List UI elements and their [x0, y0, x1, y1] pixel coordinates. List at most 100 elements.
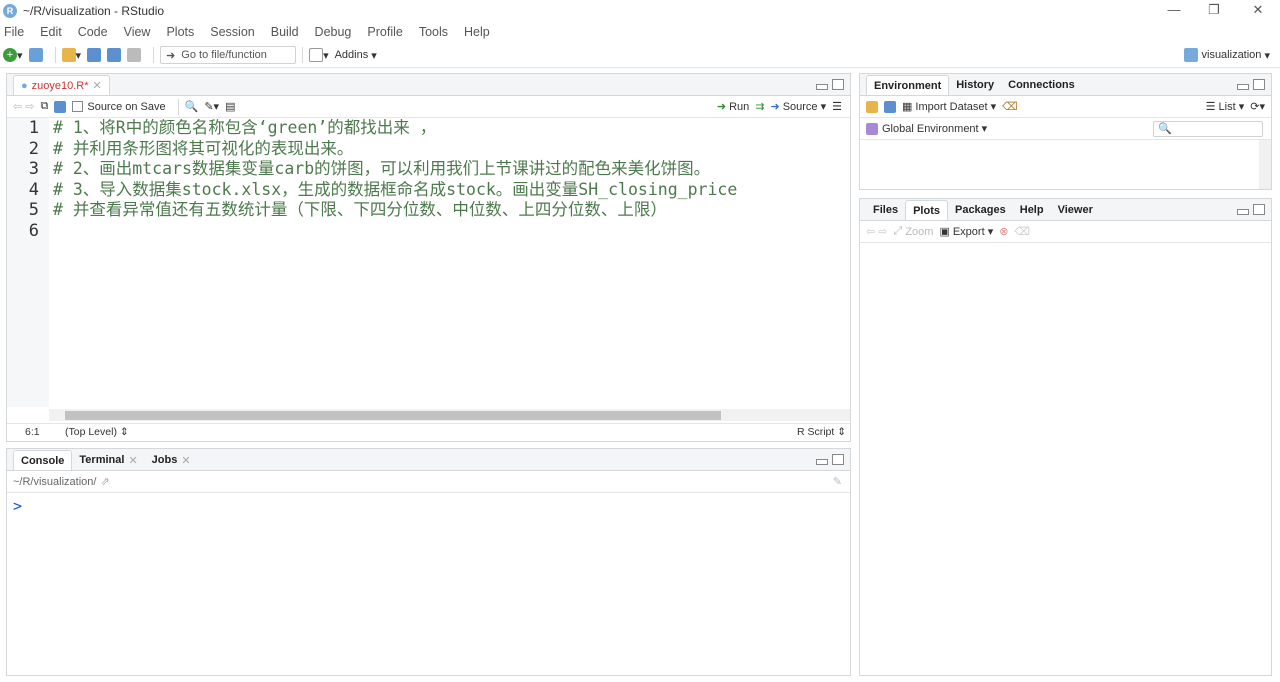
new-project-button[interactable]	[28, 48, 43, 62]
tab-label: Viewer	[1057, 204, 1093, 216]
tab-help[interactable]: Help	[1013, 200, 1051, 220]
remove-plot-icon[interactable]: ⊗	[999, 225, 1008, 238]
code-line: # 2、画出mtcars数据集变量carb的饼图，可以利用我们上节课讲过的配色来…	[53, 159, 711, 179]
menu-edit[interactable]: Edit	[40, 25, 62, 39]
menu-view[interactable]: View	[124, 25, 151, 39]
project-menu[interactable]: visualization ▾	[1183, 48, 1270, 62]
minimize-pane-icon[interactable]	[816, 84, 828, 90]
tab-zuoye10[interactable]: ● zuoye10.R* ✕	[13, 75, 110, 95]
env-search-input[interactable]: 🔍	[1153, 120, 1263, 137]
zoom-label: Zoom	[905, 225, 934, 238]
close-tab-icon[interactable]: ✕	[93, 79, 102, 92]
line-number: 5	[28, 200, 39, 221]
menu-file[interactable]: File	[4, 25, 24, 39]
export-icon: ▣	[939, 226, 950, 238]
minimize-pane-icon[interactable]	[1237, 84, 1249, 90]
search-icon[interactable]: 🔍	[185, 100, 199, 113]
tab-connections[interactable]: Connections	[1001, 75, 1082, 95]
console-input-area[interactable]: >	[7, 493, 850, 519]
tab-environment[interactable]: Environment	[866, 75, 950, 95]
menu-build[interactable]: Build	[271, 25, 299, 39]
restore-button[interactable]: ❐	[1204, 2, 1224, 20]
addins-button[interactable]: Addins ▾	[335, 49, 377, 62]
run-button[interactable]: ➜ Run	[717, 100, 749, 114]
scope-selector[interactable]: (Top Level) ⇕	[65, 426, 129, 438]
menu-session[interactable]: Session	[210, 25, 254, 39]
project-cube-icon	[1183, 48, 1198, 62]
close-tab-icon[interactable]: ✕	[128, 454, 137, 467]
addins-label: Addins	[334, 49, 369, 61]
save-workspace-icon[interactable]	[884, 100, 896, 113]
goto-file-function-input[interactable]: ➜ Go to file/function	[160, 46, 297, 64]
load-workspace-icon[interactable]	[866, 100, 878, 113]
console-prompt: >	[13, 497, 23, 515]
maximize-pane-icon[interactable]	[832, 79, 844, 90]
save-button[interactable]	[87, 48, 102, 62]
save-all-icon	[107, 48, 122, 62]
export-button[interactable]: ▣ Export ▾	[939, 225, 993, 239]
print-button[interactable]	[127, 48, 142, 62]
go-to-directory-icon[interactable]: ⇗	[100, 475, 109, 488]
filetype-selector[interactable]: R Script ⇕	[797, 426, 846, 438]
tab-label: Connections	[1008, 79, 1075, 91]
magic-wand-icon[interactable]: ✎▾	[204, 100, 219, 113]
show-in-window-icon[interactable]: ⧉	[41, 100, 49, 113]
tab-packages[interactable]: Packages	[948, 200, 1013, 220]
close-button[interactable]: ✕	[1248, 2, 1268, 20]
line-number: 3	[28, 159, 39, 180]
refresh-icon[interactable]: ⟳▾	[1250, 100, 1265, 113]
scrollbar-thumb[interactable]	[65, 411, 721, 420]
pane-controls	[1237, 204, 1265, 215]
compile-report-icon[interactable]: ▤	[225, 100, 235, 113]
outline-icon[interactable]: ☰	[832, 100, 842, 113]
horizontal-scrollbar[interactable]	[49, 409, 850, 421]
menu-debug[interactable]: Debug	[315, 25, 352, 39]
tab-label: Environment	[874, 79, 942, 92]
maximize-pane-icon[interactable]	[832, 454, 844, 465]
maximize-pane-icon[interactable]	[1253, 79, 1265, 90]
tab-files[interactable]: Files	[866, 200, 905, 220]
tab-plots[interactable]: Plots	[905, 200, 948, 220]
tab-viewer[interactable]: Viewer	[1051, 200, 1100, 220]
tab-jobs[interactable]: Jobs ✕	[145, 450, 198, 470]
maximize-pane-icon[interactable]	[1253, 204, 1265, 215]
menu-profile[interactable]: Profile	[367, 25, 402, 39]
plot-nav-arrows-icon[interactable]: ⇦ ⇨	[866, 225, 888, 238]
zoom-button[interactable]: ⤢ Zoom	[894, 225, 934, 238]
scope-label: Global Environment	[882, 122, 979, 135]
menu-code[interactable]: Code	[78, 25, 108, 39]
save-editor-button[interactable]	[54, 100, 67, 113]
tab-console[interactable]: Console	[13, 450, 73, 470]
minimize-pane-icon[interactable]	[1237, 209, 1249, 215]
close-tab-icon[interactable]: ✕	[181, 454, 190, 467]
save-icon	[884, 100, 896, 113]
minimize-pane-icon[interactable]	[816, 459, 828, 465]
source-pane: ● zuoye10.R* ✕ ⇦ ⇨ ⧉ Source on Save 🔍 ✎▾ ▤…	[6, 73, 851, 442]
new-file-button[interactable]: + ▾	[3, 48, 23, 62]
menu-tools[interactable]: Tools	[419, 25, 448, 39]
clear-console-icon[interactable]: ✎	[833, 475, 842, 488]
rerun-button[interactable]: ⇉	[755, 100, 764, 113]
code-lines: # 1、将R中的颜色名称包含‘green’的都找出来 ， # 并利用条形图将其可…	[53, 118, 850, 242]
source-on-save-checkbox[interactable]: Source on Save	[72, 101, 166, 113]
code-editor[interactable]: 1 2 3 4 5 6 # 1、将R中的颜色名称包含‘green’的都找出来 ，…	[7, 118, 850, 407]
env-icon	[866, 122, 878, 135]
clear-plots-icon[interactable]: ⌫	[1014, 225, 1030, 238]
save-all-button[interactable]	[107, 48, 122, 62]
import-dataset-button[interactable]: ▦ Import Dataset ▾	[902, 100, 996, 114]
tab-terminal[interactable]: Terminal ✕	[72, 450, 144, 470]
broom-icon[interactable]: ⌫	[1002, 100, 1018, 113]
code-line: # 3、导入数据集stock.xlsx，生成的数据框命名成stock。画出变量S…	[53, 179, 738, 199]
open-file-button[interactable]: ▾	[61, 48, 81, 62]
menu-plots[interactable]: Plots	[166, 25, 194, 39]
env-vertical-scrollbar[interactable]	[1259, 140, 1271, 189]
list-view-button[interactable]: ☰ List ▾	[1206, 100, 1245, 114]
tab-history[interactable]: History	[949, 75, 1001, 95]
back-arrow-icon[interactable]: ⇦ ⇨	[13, 100, 35, 113]
minimize-button[interactable]: —	[1164, 2, 1184, 20]
global-env-selector[interactable]: Global Environment ▾	[866, 122, 987, 135]
menu-help[interactable]: Help	[464, 25, 490, 39]
line-number: 1	[28, 118, 39, 138]
grid-layout-button[interactable]: ▾	[309, 48, 329, 62]
source-button[interactable]: ➜ Source ▾	[770, 100, 826, 114]
